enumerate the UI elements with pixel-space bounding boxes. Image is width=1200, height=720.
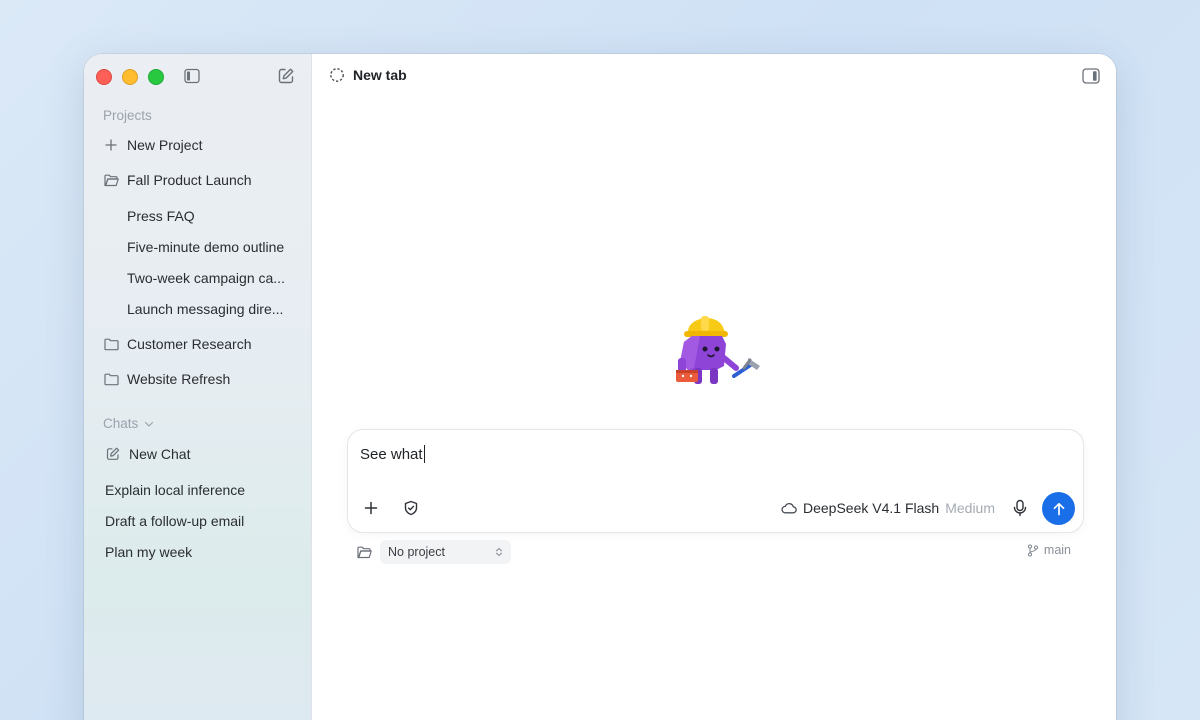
edit-icon	[105, 446, 121, 462]
project-select-value: No project	[388, 545, 445, 559]
minimize-window-button[interactable]	[122, 69, 138, 85]
folder-icon	[357, 546, 372, 558]
project-name: Fall Product Launch	[127, 172, 252, 188]
chat-item[interactable]: Plan my week	[105, 544, 192, 560]
message-input-value: See what	[360, 445, 423, 463]
plus-icon	[364, 501, 378, 515]
window-controls	[96, 69, 164, 85]
project-select[interactable]: No project	[380, 540, 511, 564]
dashed-circle-icon	[330, 68, 344, 82]
panel-icon[interactable]	[1082, 68, 1100, 84]
thread-item[interactable]: Launch messaging dire...	[127, 301, 283, 317]
sidebar-project-website-refresh[interactable]: Website Refresh	[103, 371, 230, 387]
projects-section-label: Projects	[103, 108, 152, 123]
model-selector[interactable]: DeepSeek V4.1 Flash Medium	[781, 500, 995, 516]
zoom-window-button[interactable]	[148, 69, 164, 85]
sidebar: Projects New Project Fall Product Launch…	[84, 54, 312, 720]
folder-icon	[103, 336, 119, 352]
folder-icon	[103, 371, 119, 387]
chat-item[interactable]: Draft a follow-up email	[105, 513, 244, 529]
plus-icon	[103, 137, 119, 153]
new-project-button[interactable]: New Project	[103, 137, 202, 153]
arrow-up-icon	[1053, 502, 1064, 515]
new-chat-label: New Chat	[129, 446, 191, 462]
shield-icon	[404, 500, 418, 516]
main-pane: New tab See what DeepSeek V4.1 Flash Med…	[312, 54, 1116, 720]
branch-name: main	[1043, 543, 1071, 557]
branch-indicator[interactable]: main	[1027, 543, 1071, 557]
folder-open-icon	[103, 172, 119, 188]
close-window-button[interactable]	[96, 69, 112, 85]
project-name: Website Refresh	[127, 371, 231, 387]
project-picker-row: No project	[357, 540, 511, 564]
model-effort: Medium	[945, 500, 995, 516]
message-composer[interactable]: See what DeepSeek V4.1 Flash Medium	[347, 429, 1084, 533]
tab-header: New tab	[329, 67, 407, 83]
model-name: DeepSeek V4.1 Flash	[803, 500, 940, 516]
chevron-down-icon	[145, 421, 154, 427]
sidebar-toggle-icon[interactable]	[184, 68, 200, 84]
send-button[interactable]	[1042, 492, 1075, 525]
message-input[interactable]: See what	[360, 445, 425, 463]
project-name: Customer Research	[127, 336, 252, 352]
permissions-button[interactable]	[400, 497, 422, 519]
sidebar-project-customer-research[interactable]: Customer Research	[103, 336, 252, 352]
branch-icon	[1027, 543, 1039, 557]
text-caret	[423, 445, 425, 463]
chats-section-toggle[interactable]: Chats	[103, 416, 154, 431]
thread-item[interactable]: Five-minute demo outline	[127, 239, 284, 255]
chats-section-label: Chats	[103, 416, 139, 431]
app-window: Projects New Project Fall Product Launch…	[84, 54, 1116, 720]
microphone-icon[interactable]	[1010, 498, 1030, 518]
compose-icon[interactable]	[277, 67, 295, 85]
updown-chevron-icon	[495, 547, 503, 557]
chat-item[interactable]: Explain local inference	[105, 482, 245, 498]
attach-button[interactable]	[360, 497, 382, 519]
sidebar-project-fall-product-launch[interactable]: Fall Product Launch	[103, 172, 252, 188]
new-chat-button[interactable]: New Chat	[105, 446, 190, 462]
mascot-illustration	[676, 316, 760, 384]
thread-item[interactable]: Two-week campaign ca...	[127, 270, 285, 286]
new-project-label: New Project	[127, 137, 203, 153]
cloud-icon	[781, 503, 797, 514]
tab-title: New tab	[353, 67, 407, 83]
thread-item[interactable]: Press FAQ	[127, 208, 195, 224]
